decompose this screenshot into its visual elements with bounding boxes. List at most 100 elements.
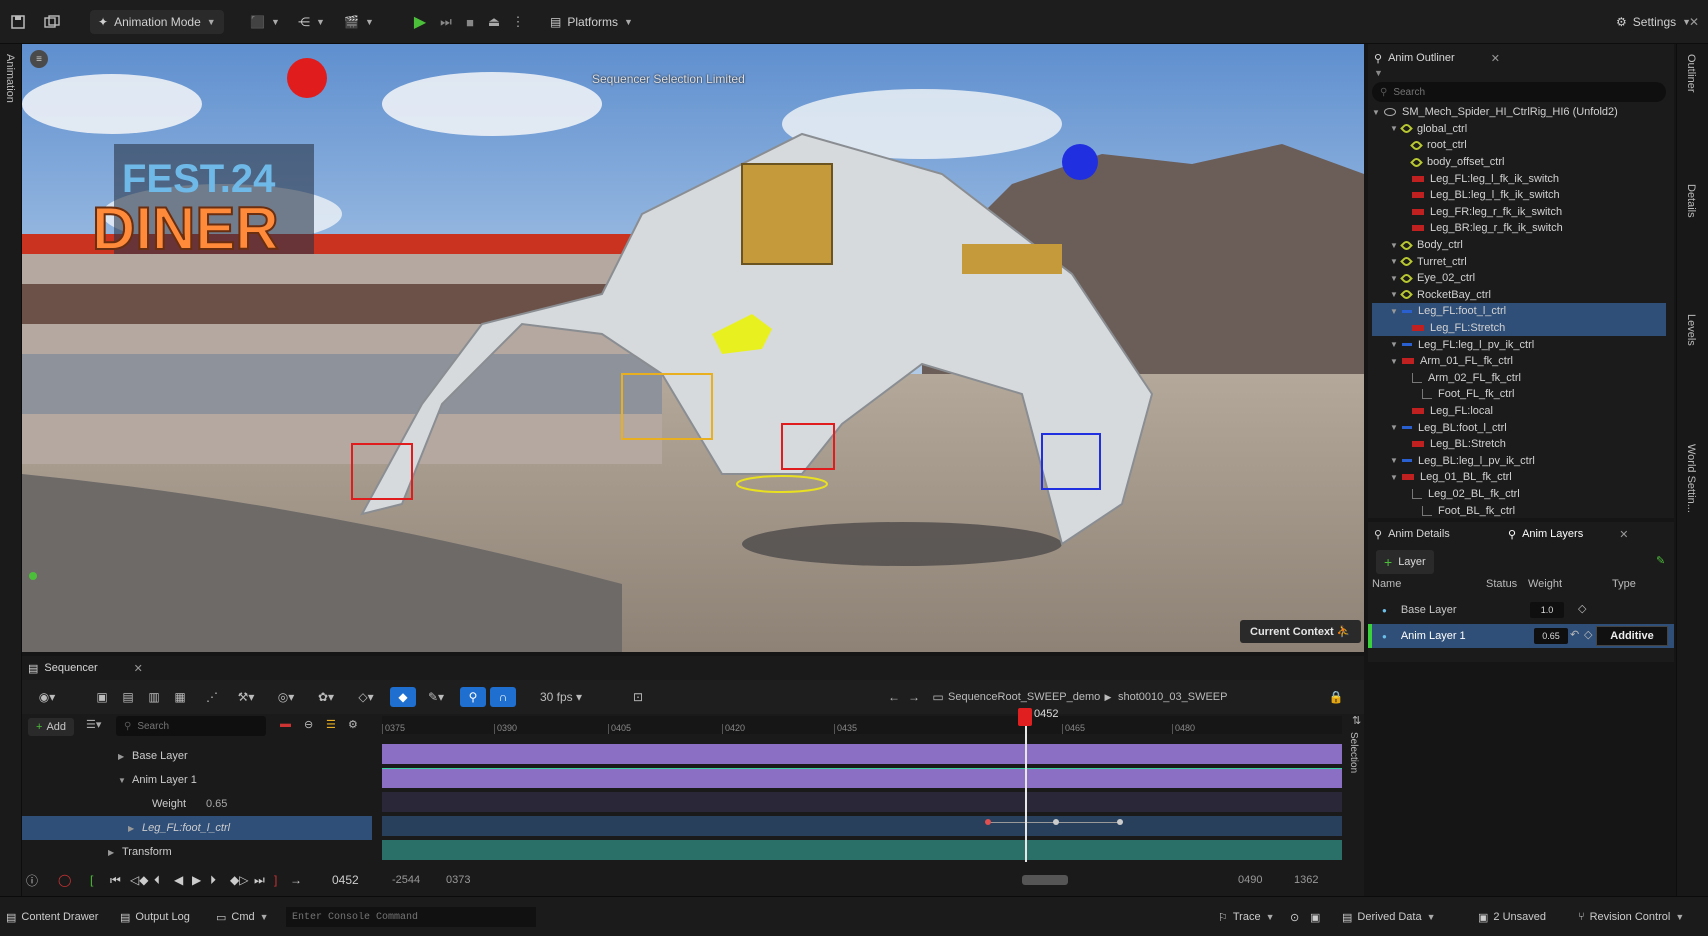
cmd-dropdown[interactable]: ▭ Cmd ▼ xyxy=(216,907,269,927)
unsaved-button[interactable]: ▣ 2 Unsaved xyxy=(1478,907,1546,927)
filter-chevron-icon[interactable]: ▼ xyxy=(1374,68,1383,78)
expand-arrow-icon[interactable]: ▶ xyxy=(128,824,134,833)
tree-item[interactable]: Foot_BL_fk_ctrl xyxy=(1372,502,1666,519)
play-icon[interactable]: ▶ xyxy=(192,873,201,887)
tab-world-settings-vertical[interactable]: World Settin... xyxy=(1685,444,1697,513)
prev-key-icon[interactable]: ◁◆ xyxy=(130,873,148,887)
layer-type-dropdown[interactable]: Additive xyxy=(1596,626,1668,646)
filter-icon[interactable]: ☰▾ xyxy=(86,718,101,731)
tree-item[interactable]: Arm_02_FL_fk_ctrl xyxy=(1372,370,1666,387)
expand-arrow-icon[interactable]: ▼ xyxy=(1390,290,1398,299)
settings-menu[interactable]: ⚙ Settings ▼ xyxy=(1616,10,1691,34)
stop-icon[interactable]: ■ xyxy=(458,10,482,34)
eject-icon[interactable]: ⏏ xyxy=(482,10,506,34)
render-icon[interactable]: ▥ xyxy=(144,687,164,707)
tab-sequencer[interactable]: ▤ Sequencer ✕ xyxy=(28,656,143,680)
tree-item[interactable]: Leg_FL:Stretch xyxy=(1372,319,1666,337)
viewport[interactable]: FEST.24 DINER ≡ Sequencer Selection Limi… xyxy=(22,44,1364,652)
base-layer-section[interactable] xyxy=(382,744,1342,764)
step-icon[interactable]: ⏭ xyxy=(434,10,458,34)
tab-anim-outliner[interactable]: ⚲ Anim Outliner ✕ xyxy=(1374,46,1500,70)
expand-arrow-icon[interactable]: ▼ xyxy=(1390,423,1398,432)
expand-arrow-icon[interactable]: ▼ xyxy=(1390,257,1398,266)
fit-view-icon[interactable]: ⊡ xyxy=(628,687,648,707)
layer-row-base[interactable]: ● Base Layer 1.0 ◇ xyxy=(1368,598,1674,622)
info-icon[interactable]: ⓘ xyxy=(26,872,38,889)
play-icon[interactable]: ▶ xyxy=(408,10,432,34)
content-browser-icon[interactable] xyxy=(40,10,64,34)
expand-arrow-icon[interactable]: ▼ xyxy=(1372,108,1380,117)
out-frame-field[interactable]: 0490 xyxy=(1238,874,1262,886)
expand-arrow-icon[interactable]: ▼ xyxy=(1390,124,1398,133)
track-row[interactable]: Weight 0.65 xyxy=(22,792,372,816)
folder-icon[interactable]: ▭ xyxy=(928,687,948,707)
step-forward-icon[interactable]: ⏵ xyxy=(210,873,216,888)
track-row[interactable]: ▶ Leg_FL:foot_l_ctrl xyxy=(22,816,372,840)
weight-track-area[interactable] xyxy=(382,792,1342,812)
expand-arrow-icon[interactable]: ▶ xyxy=(118,752,124,761)
start-bracket-icon[interactable]: [ xyxy=(90,873,93,887)
current-frame-field[interactable]: 0452 xyxy=(332,873,359,887)
expand-arrow-icon[interactable]: ▼ xyxy=(1390,473,1398,482)
world-icon[interactable]: ◉▾ xyxy=(32,687,62,707)
transform-section[interactable] xyxy=(382,840,1342,860)
curve-icon[interactable]: ⋰ xyxy=(202,687,222,707)
tab-anim-layers[interactable]: ⚲ Anim Layers ✕ xyxy=(1508,522,1628,546)
save-icon[interactable]: ▣ xyxy=(92,687,112,707)
tree-item[interactable]: ▼ Leg_BL:foot_l_ctrl xyxy=(1372,419,1666,436)
tree-item[interactable]: root_ctrl xyxy=(1372,137,1666,154)
breadcrumb-root[interactable]: SequenceRoot_SWEEP_demo xyxy=(948,687,1108,707)
track-row[interactable]: ▶ Transform xyxy=(22,840,372,864)
tree-item[interactable]: ▼ Eye_02_ctrl xyxy=(1372,270,1666,287)
jump-start-icon[interactable]: ⏮ xyxy=(110,873,121,888)
tree-item[interactable]: Leg_BR:leg_r_fk_ik_switch xyxy=(1372,220,1666,237)
eye-icon[interactable] xyxy=(1384,108,1396,117)
expand-arrow-icon[interactable]: ▼ xyxy=(1390,357,1398,366)
snap-magnet-button[interactable]: ∩ xyxy=(490,687,516,707)
tree-item[interactable]: Leg_FL:leg_l_fk_ik_switch xyxy=(1372,170,1666,187)
output-log-button[interactable]: ▤ Output Log xyxy=(120,907,190,927)
list-icon[interactable]: ☰ xyxy=(326,718,336,731)
record-status-icon[interactable]: ⊙ xyxy=(1290,907,1299,927)
close-icon[interactable]: ✕ xyxy=(1619,528,1628,541)
end-bracket-icon[interactable]: ] xyxy=(274,873,277,887)
layer-weight-field[interactable]: 0.65 xyxy=(1534,628,1568,644)
tree-item[interactable]: ▼ Leg_01_BL_fk_ctrl xyxy=(1372,469,1666,486)
key-tool-icon[interactable]: ⚒▾ xyxy=(232,687,260,707)
lock-icon[interactable]: 🔒 xyxy=(1326,687,1346,707)
screenshot-icon[interactable]: ▣ xyxy=(1310,907,1320,927)
trace-dropdown[interactable]: ⚐ Trace ▼ xyxy=(1218,907,1275,927)
start-frame-field[interactable]: -2544 xyxy=(392,874,420,886)
breadcrumb-shot[interactable]: shot0010_03_SWEEP xyxy=(1118,687,1258,707)
track-value[interactable]: 0.65 xyxy=(206,798,227,810)
derived-data-dropdown[interactable]: ▤ Derived Data ▼ xyxy=(1342,907,1436,927)
key-diamond-icon[interactable]: ◇▾ xyxy=(352,687,380,707)
tree-item[interactable]: ▼ Arm_01_FL_fk_ctrl xyxy=(1372,353,1666,370)
more-options-icon[interactable]: ⋮ xyxy=(506,10,530,34)
current-context-button[interactable]: Current Context ⛹ xyxy=(1240,620,1361,643)
add-layer-button[interactable]: + Layer xyxy=(1376,550,1434,574)
tree-item[interactable]: ▼ Body_ctrl xyxy=(1372,237,1666,254)
anim-layer-1-section[interactable] xyxy=(382,768,1342,788)
back-arrow-icon[interactable]: ← xyxy=(884,687,904,707)
tree-item[interactable]: ▼ Leg_BL:leg_l_pv_ik_ctrl xyxy=(1372,452,1666,469)
keyframe-marker[interactable] xyxy=(985,819,991,825)
layer-weight-field[interactable]: 1.0 xyxy=(1530,602,1564,618)
mode-selector[interactable]: ✦ Animation Mode ▼ xyxy=(90,10,224,34)
tree-item[interactable]: ▼ global_ctrl xyxy=(1372,121,1666,138)
expand-arrow-icon[interactable]: ▼ xyxy=(1390,274,1398,283)
tree-item[interactable]: ▼ Leg_FL:leg_l_pv_ik_ctrl xyxy=(1372,336,1666,353)
diamond-icon[interactable]: ◇ xyxy=(1578,602,1586,615)
viewport-scene[interactable]: FEST.24 DINER xyxy=(22,44,1364,652)
tab-levels-vertical[interactable]: Levels xyxy=(1685,314,1697,346)
track-row[interactable]: ▼ Anim Layer 1 xyxy=(22,768,372,792)
save-icon[interactable] xyxy=(6,10,30,34)
console-command-field[interactable] xyxy=(286,907,536,927)
tree-item[interactable]: Leg_02_BL_fk_ctrl xyxy=(1372,486,1666,503)
playhead-marker[interactable] xyxy=(1018,708,1032,726)
blue-control-gizmo[interactable] xyxy=(1062,144,1098,180)
time-ruler[interactable]: 0375 0390 0405 0420 0435 0465 0480 xyxy=(382,716,1342,734)
tree-item[interactable]: ▼ Turret_ctrl xyxy=(1372,253,1666,270)
close-icon[interactable]: ✕ xyxy=(1491,52,1500,65)
tab-anim-details[interactable]: ⚲ Anim Details xyxy=(1374,522,1450,546)
